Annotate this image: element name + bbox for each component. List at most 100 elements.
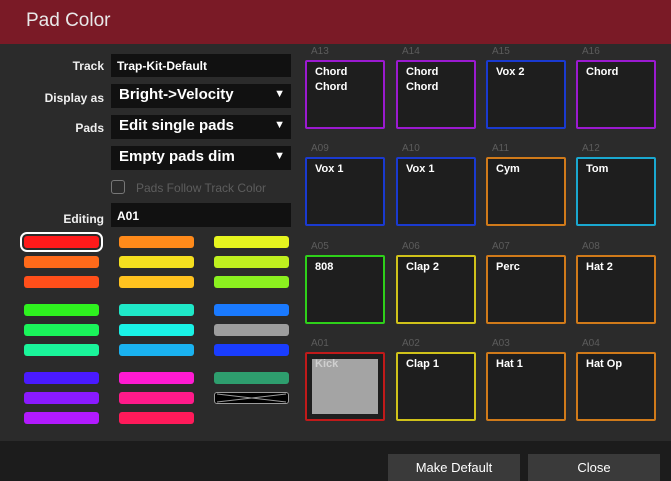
pad-id-label: A04: [582, 338, 600, 349]
pad-a10[interactable]: Vox 1: [396, 157, 476, 226]
palette-swatch[interactable]: [119, 344, 194, 356]
pad-name: Clap 1: [406, 358, 440, 370]
window-title: Pad Color: [26, 10, 111, 31]
palette-swatch[interactable]: [119, 392, 194, 404]
palette-swatch[interactable]: [119, 256, 194, 268]
pad-id-label: A15: [492, 46, 510, 57]
pad-name: Hat Op: [586, 358, 623, 370]
no-color-swatch-icon[interactable]: [214, 392, 289, 404]
palette-swatch-selected[interactable]: [20, 232, 103, 252]
pad-name: Chord: [586, 66, 619, 78]
palette-swatch[interactable]: [24, 276, 99, 288]
pads-dropdown[interactable]: Edit single pads ▼: [111, 115, 291, 139]
pad-name: Cym: [496, 163, 520, 175]
palette-swatch[interactable]: [119, 372, 194, 384]
palette-swatch[interactable]: [119, 236, 194, 248]
pads-value: Edit single pads: [119, 117, 235, 134]
pad-id-label: A11: [492, 143, 510, 154]
editing-field[interactable]: A01: [111, 203, 291, 227]
pad-a07[interactable]: Perc: [486, 255, 566, 324]
editing-value: A01: [117, 209, 140, 223]
palette-swatch[interactable]: [119, 324, 194, 336]
pad-a16[interactable]: Chord: [576, 60, 656, 129]
triangle-down-icon: ▼: [274, 88, 285, 100]
pad-a05[interactable]: 808: [305, 255, 385, 324]
empty-pads-dropdown[interactable]: Empty pads dim ▼: [111, 146, 291, 170]
pad-id-label: A05: [311, 241, 329, 252]
empty-pads-value: Empty pads dim: [119, 148, 235, 165]
triangle-down-icon: ▼: [274, 150, 285, 162]
pad-name: Vox 2: [496, 66, 525, 78]
palette-swatch[interactable]: [24, 256, 99, 268]
pad-name: Clap 2: [406, 261, 440, 273]
pad-id-label: A14: [402, 46, 420, 57]
display-as-dropdown[interactable]: Bright->Velocity ▼: [111, 84, 291, 108]
pad-a14[interactable]: Chord Chord: [396, 60, 476, 129]
palette-swatch[interactable]: [214, 324, 289, 336]
palette-swatch[interactable]: [24, 344, 99, 356]
pad-a15[interactable]: Vox 2: [486, 60, 566, 129]
pad-name: Perc: [496, 261, 520, 273]
pad-name: Chord: [406, 66, 439, 78]
display-as-label: Display as: [44, 91, 104, 105]
pad-id-label: A10: [402, 143, 420, 154]
pad-id-label: A02: [402, 338, 420, 349]
title-bar: Pad Color: [0, 0, 671, 44]
pad-id-label: A08: [582, 241, 600, 252]
pad-a04[interactable]: Hat Op: [576, 352, 656, 421]
pad-name-line2: Chord: [406, 81, 439, 93]
editing-label: Editing: [63, 212, 104, 226]
display-as-value: Bright->Velocity: [119, 86, 234, 103]
pad-id-label: A03: [492, 338, 510, 349]
pad-id-label: A07: [492, 241, 510, 252]
palette-swatch[interactable]: [214, 256, 289, 268]
pad-a12[interactable]: Tom: [576, 157, 656, 226]
pad-id-label: A06: [402, 241, 420, 252]
pad-id-label: A01: [311, 338, 329, 349]
pad-a11[interactable]: Cym: [486, 157, 566, 226]
pad-a01[interactable]: Kick: [305, 352, 385, 421]
palette-swatch[interactable]: [24, 324, 99, 336]
pad-id-label: A16: [582, 46, 600, 57]
palette-swatch[interactable]: [214, 304, 289, 316]
palette-swatch[interactable]: [24, 304, 99, 316]
track-label: Track: [72, 59, 104, 73]
palette-swatch[interactable]: [119, 412, 194, 424]
palette-swatch[interactable]: [24, 392, 99, 404]
pad-name: Hat 1: [496, 358, 523, 370]
palette-swatch[interactable]: [24, 372, 99, 384]
pad-name: Tom: [586, 163, 609, 175]
track-field[interactable]: Trap-Kit-Default: [111, 54, 291, 77]
make-default-button[interactable]: Make Default: [388, 454, 520, 481]
palette-swatch[interactable]: [214, 276, 289, 288]
pads-label: Pads: [75, 121, 104, 135]
pad-id-label: A13: [311, 46, 329, 57]
triangle-down-icon: ▼: [274, 119, 285, 131]
close-button[interactable]: Close: [528, 454, 660, 481]
pad-name: Hat 2: [586, 261, 613, 273]
pad-id-label: A12: [582, 143, 600, 154]
pad-name: Chord: [315, 66, 348, 78]
pad-a03[interactable]: Hat 1: [486, 352, 566, 421]
pad-a09[interactable]: Vox 1: [305, 157, 385, 226]
pads-follow-track-color-label: Pads Follow Track Color: [136, 181, 267, 195]
pad-name: Vox 1: [406, 163, 435, 175]
pad-name: Kick: [315, 358, 339, 370]
pad-name-line2: Chord: [315, 81, 348, 93]
palette-swatch[interactable]: [214, 344, 289, 356]
pads-follow-track-color-checkbox[interactable]: [111, 180, 125, 194]
palette-swatch[interactable]: [119, 304, 194, 316]
palette-swatch[interactable]: [119, 276, 194, 288]
track-value: Trap-Kit-Default: [117, 59, 207, 73]
pad-a08[interactable]: Hat 2: [576, 255, 656, 324]
pad-name: 808: [315, 261, 334, 273]
pad-id-label: A09: [311, 143, 329, 154]
pad-a13[interactable]: Chord Chord: [305, 60, 385, 129]
pad-name: Vox 1: [315, 163, 344, 175]
pad-a02[interactable]: Clap 1: [396, 352, 476, 421]
palette-swatch[interactable]: [214, 236, 289, 248]
palette-swatch[interactable]: [214, 372, 289, 384]
cross-icon: [216, 393, 287, 403]
palette-swatch[interactable]: [24, 412, 99, 424]
pad-a06[interactable]: Clap 2: [396, 255, 476, 324]
